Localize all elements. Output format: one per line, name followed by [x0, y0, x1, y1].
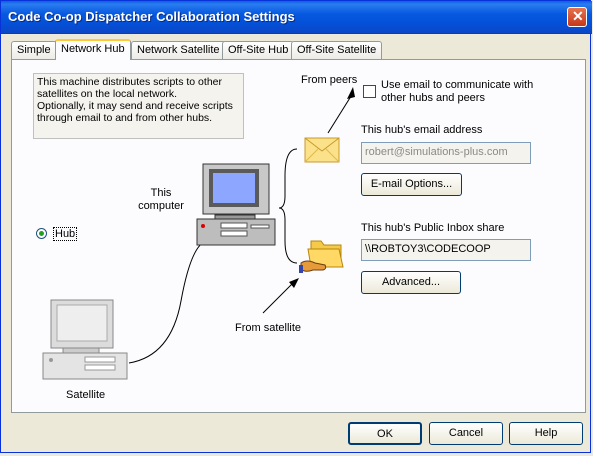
help-button[interactable]: Help: [509, 422, 583, 445]
use-email-checkbox[interactable]: [363, 85, 376, 98]
this-computer-label: This computer: [138, 187, 184, 212]
dialog-window: Code Co-op Dispatcher Collaboration Sett…: [0, 0, 592, 453]
public-inbox-label: This hub's Public Inbox share: [361, 222, 505, 234]
arrow-icon: [327, 92, 354, 134]
folder-hand-icon: [299, 240, 344, 273]
email-address-label: This hub's email address: [361, 124, 483, 136]
ok-button[interactable]: OK: [348, 422, 422, 445]
from-peers-label: From peers: [301, 74, 358, 86]
email-options-button[interactable]: E-mail Options...: [361, 173, 462, 196]
advanced-button[interactable]: Advanced...: [361, 271, 461, 294]
envelope-icon: [304, 137, 340, 163]
use-email-label: Use email to communicate with other hubs…: [381, 79, 534, 104]
from-satellite-label: From satellite: [235, 322, 302, 334]
hub-radio[interactable]: [36, 228, 47, 239]
public-inbox-field[interactable]: \\ROBTOY3\CODECOOP: [361, 239, 531, 261]
hub-label: Hub: [53, 227, 78, 241]
cancel-button[interactable]: Cancel: [429, 422, 503, 445]
computer-icon: [196, 163, 276, 246]
satellite-label: Satellite: [66, 389, 106, 401]
satellite-computer-icon: [42, 299, 128, 380]
tab-network-hub[interactable]: Network Hub: [55, 39, 131, 60]
email-address-field[interactable]: robert@simulations-plus.com: [361, 142, 531, 164]
